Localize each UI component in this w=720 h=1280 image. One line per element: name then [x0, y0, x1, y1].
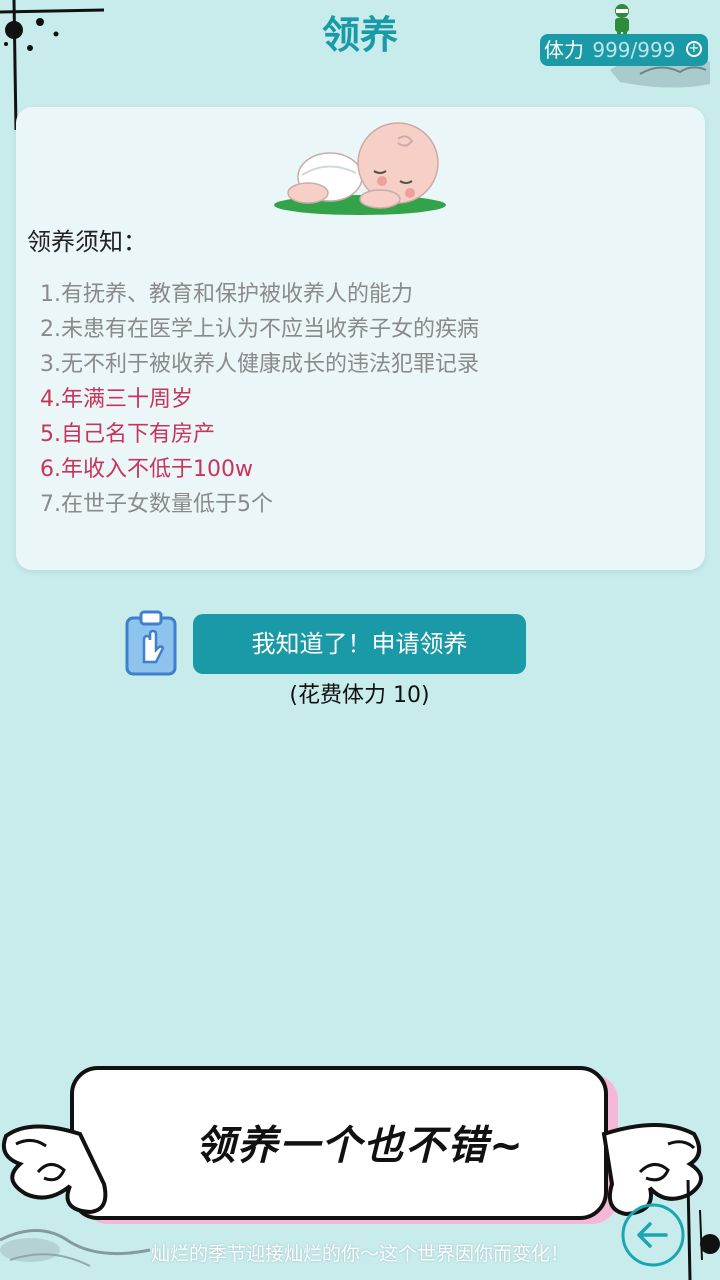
green-figure-icon [615, 4, 629, 38]
adoption-notice-card: 领养须知： 1.有抚养、教育和保护被收养人的能力 2.未患有在医学上认为不应当收… [16, 107, 705, 570]
rules-list: 1.有抚养、教育和保护被收养人的能力 2.未患有在医学上认为不应当收养子女的疾病… [40, 277, 479, 522]
sleeping-baby-icon [274, 122, 446, 215]
notice-title: 领养须知： [27, 228, 147, 256]
list-item: 7.在世子女数量低于5个 [40, 492, 273, 517]
footer-slogan: 灿烂的季节迎接灿烂的你～这个世界因你而变化！ [150, 1243, 569, 1265]
list-item: 6.年收入不低于100w [40, 457, 253, 482]
stamina-label: 体力 [544, 38, 584, 62]
back-arrow-icon [621, 1203, 685, 1267]
stamina-value: 999/999 [592, 38, 676, 62]
list-item: 5.自己名下有房产 [40, 422, 215, 447]
back-button[interactable] [618, 1200, 688, 1270]
add-stamina-icon[interactable]: + [686, 41, 702, 57]
clipboard-hand-icon [125, 610, 177, 676]
list-item: 1.有抚养、教育和保护被收养人的能力 [40, 282, 413, 307]
stamina-display: 体力 999/999 + [540, 34, 708, 66]
list-item: 4.年满三十周岁 [40, 387, 193, 412]
adoption-screen: 领养 体力 999/999 + 领养须知： 1.有抚养、教育和保护被收养人的能力 [0, 0, 720, 1280]
list-item: 2.未患有在医学上认为不应当收养子女的疾病 [40, 317, 479, 342]
apply-adoption-button[interactable]: 我知道了！申请领养 [193, 614, 526, 674]
list-item: 3.无不利于被收养人健康成长的违法犯罪记录 [40, 352, 479, 377]
stamina-cost-text: (花费体力 10) [289, 683, 430, 708]
